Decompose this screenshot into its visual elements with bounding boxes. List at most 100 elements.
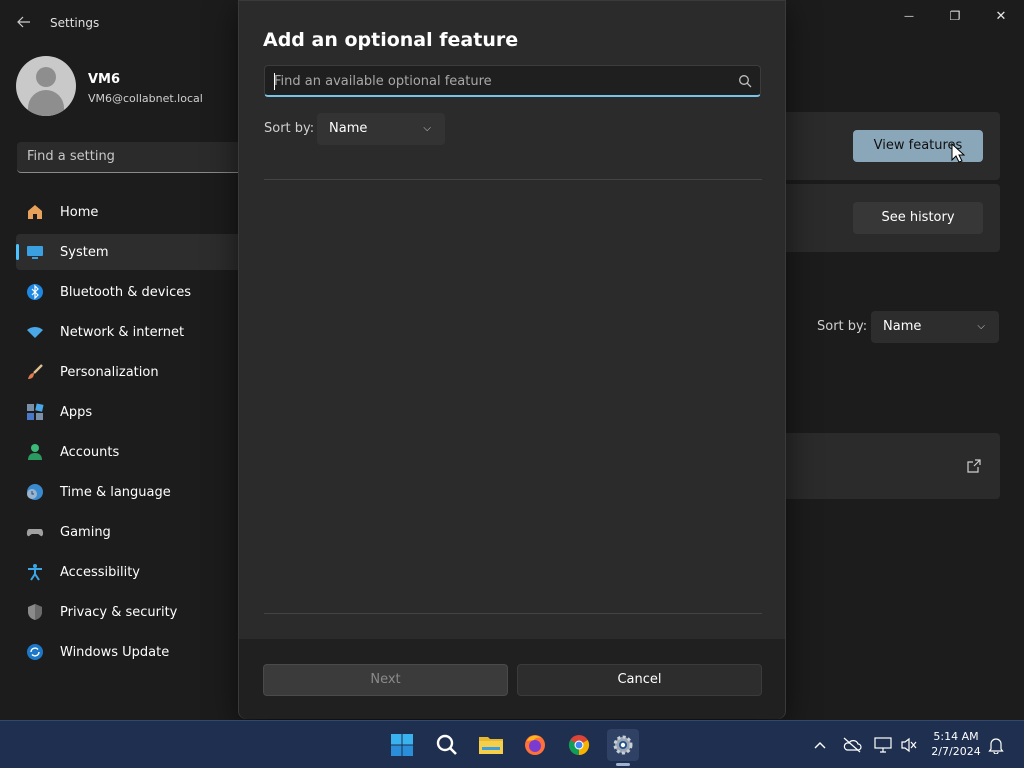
sidebar-item-privacy[interactable]: Privacy & security xyxy=(16,594,238,630)
sidebar-item-label: Accounts xyxy=(60,445,120,460)
minimize-button[interactable]: — xyxy=(886,0,932,32)
update-icon xyxy=(26,643,44,661)
file-explorer-button[interactable] xyxy=(475,729,507,761)
chevron-up-icon xyxy=(814,742,826,749)
sidebar-item-home[interactable]: Home xyxy=(16,194,238,230)
sidebar-item-label: Accessibility xyxy=(60,565,140,580)
clock-time: 5:14 AM xyxy=(933,730,979,743)
close-icon: ✕ xyxy=(995,8,1007,24)
apps-icon xyxy=(26,403,44,421)
sidebar-nav: Home System Bluetooth & devices Network … xyxy=(16,194,238,674)
active-app-indicator xyxy=(616,763,630,766)
sidebar-item-apps[interactable]: Apps xyxy=(16,394,238,430)
divider xyxy=(264,613,762,614)
external-link-icon[interactable] xyxy=(966,458,982,474)
mouse-cursor-icon xyxy=(951,143,965,163)
app-title: Settings xyxy=(50,16,100,30)
feature-search-input[interactable] xyxy=(274,71,724,91)
chrome-button[interactable] xyxy=(563,729,595,761)
dialog-footer: Next Cancel xyxy=(239,639,785,719)
start-button[interactable] xyxy=(386,729,418,761)
sidebar-item-network[interactable]: Network & internet xyxy=(16,314,238,350)
sort-by-label: Sort by: xyxy=(264,121,315,136)
taskbar-search-button[interactable] xyxy=(431,729,463,761)
back-button[interactable] xyxy=(12,12,36,36)
volume-muted-icon xyxy=(901,737,917,753)
sidebar-item-personalization[interactable]: Personalization xyxy=(16,354,238,390)
chrome-icon xyxy=(568,735,590,756)
sidebar-item-time-language[interactable]: Time & language xyxy=(16,474,238,510)
see-history-button[interactable]: See history xyxy=(853,202,983,234)
minimize-icon: — xyxy=(904,10,914,22)
search-icon xyxy=(436,734,457,755)
start-icon xyxy=(391,734,413,756)
installed-sort-dropdown[interactable]: Name ⌵ xyxy=(871,311,999,343)
sidebar-item-gaming[interactable]: Gaming xyxy=(16,514,238,550)
sidebar-item-label: Personalization xyxy=(60,365,159,380)
taskbar: 5:14 AM 2/7/2024 xyxy=(0,720,1024,768)
clock-date: 2/7/2024 xyxy=(931,745,981,758)
firefox-icon xyxy=(525,735,545,755)
sidebar-item-system[interactable]: System xyxy=(16,234,238,270)
network-button[interactable] xyxy=(873,735,893,755)
dialog-title: Add an optional feature xyxy=(263,29,519,51)
sidebar-item-label: Privacy & security xyxy=(60,605,178,620)
onedrive-button[interactable] xyxy=(842,735,862,755)
chevron-down-icon: ⌵ xyxy=(423,123,431,134)
bluetooth-icon xyxy=(26,283,44,301)
search-icon xyxy=(739,75,752,88)
clock-globe-icon xyxy=(26,483,44,501)
installed-sort-value: Name xyxy=(883,319,922,334)
sort-by-dropdown[interactable]: Name ⌵ xyxy=(317,113,445,145)
restore-icon: ❐ xyxy=(949,9,961,23)
sidebar-item-bluetooth[interactable]: Bluetooth & devices xyxy=(16,274,238,310)
notifications-button[interactable] xyxy=(986,735,1006,755)
chevron-down-icon: ⌵ xyxy=(977,321,985,332)
sidebar-item-label: Bluetooth & devices xyxy=(60,285,191,300)
close-button[interactable]: ✕ xyxy=(978,0,1024,32)
sidebar-item-accessibility[interactable]: Accessibility xyxy=(16,554,238,590)
installed-sort-label: Sort by: xyxy=(817,319,868,334)
network-icon xyxy=(874,737,892,753)
restore-button[interactable]: ❐ xyxy=(932,0,978,32)
add-optional-feature-dialog: Add an optional feature Sort by: Name ⌵ … xyxy=(238,0,786,719)
volume-button[interactable] xyxy=(899,735,919,755)
sidebar-item-accounts[interactable]: Accounts xyxy=(16,434,238,470)
text-caret xyxy=(274,73,275,90)
notifications-icon xyxy=(988,738,1004,754)
settings-taskbar-button[interactable] xyxy=(607,729,639,761)
feature-list[interactable] xyxy=(264,180,762,613)
window-controls: — ❐ ✕ xyxy=(886,0,1024,32)
profile-name: VM6 xyxy=(88,72,121,87)
cancel-button[interactable]: Cancel xyxy=(517,664,762,696)
user-profile[interactable]: VM6 VM6@collabnet.local xyxy=(16,56,236,120)
firefox-button[interactable] xyxy=(519,729,551,761)
sidebar-item-label: Windows Update xyxy=(60,645,170,660)
profile-email: VM6@collabnet.local xyxy=(88,92,203,105)
avatar xyxy=(16,56,76,116)
arrow-left-icon xyxy=(17,16,30,28)
sidebar-item-label: Apps xyxy=(60,405,93,420)
wifi-icon xyxy=(26,323,44,341)
sort-by-value: Name xyxy=(329,121,368,136)
sidebar-item-label: Network & internet xyxy=(60,325,185,340)
find-setting-input[interactable]: Find a setting xyxy=(17,142,238,173)
onedrive-offline-icon xyxy=(843,737,862,753)
system-icon xyxy=(26,243,44,261)
brush-icon xyxy=(26,363,44,381)
feature-search-box[interactable] xyxy=(264,65,761,97)
sidebar-item-label: System xyxy=(60,245,109,260)
gamepad-icon xyxy=(26,523,44,541)
sidebar-item-label: Home xyxy=(60,205,99,220)
home-icon xyxy=(26,203,44,221)
file-explorer-icon xyxy=(479,737,503,754)
settings-icon xyxy=(613,735,633,755)
shield-icon xyxy=(26,603,44,621)
sidebar-item-windows-update[interactable]: Windows Update xyxy=(16,634,238,670)
sidebar-item-label: Gaming xyxy=(60,525,111,540)
show-hidden-icons-button[interactable] xyxy=(810,735,830,755)
accessibility-icon xyxy=(26,563,44,581)
next-button[interactable]: Next xyxy=(263,664,508,696)
taskbar-clock[interactable]: 5:14 AM 2/7/2024 xyxy=(924,729,988,759)
sidebar-item-label: Time & language xyxy=(60,485,171,500)
